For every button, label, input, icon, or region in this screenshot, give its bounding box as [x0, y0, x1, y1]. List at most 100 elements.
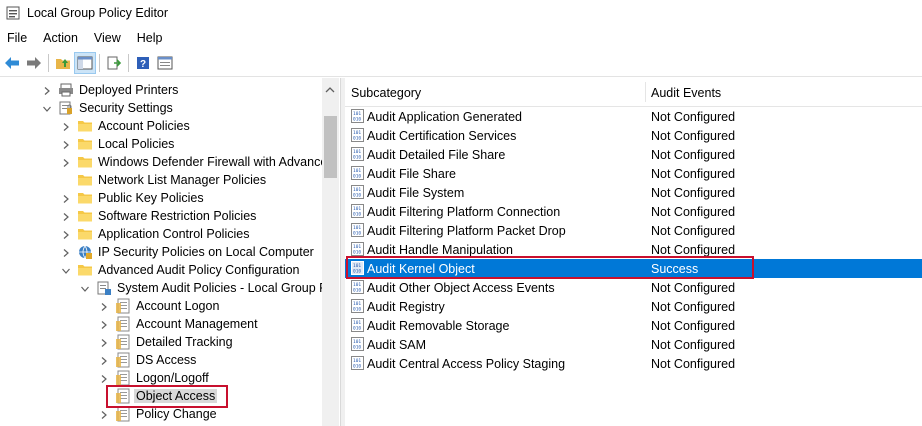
tree-item-label: Security Settings [79, 101, 173, 115]
list-row[interactable]: 101 010 Audit File System Not Configured [345, 183, 922, 202]
show-hide-tree-icon[interactable] [74, 52, 96, 74]
tree-item[interactable]: Account Policies [61, 117, 192, 135]
chevron-right-icon[interactable] [61, 229, 71, 239]
scroll-thumb[interactable] [324, 116, 337, 178]
tree-item[interactable]: Deployed Printers [42, 81, 180, 99]
tree-item[interactable]: Network List Manager Policies [61, 171, 268, 189]
list-row[interactable]: 101 010 Audit SAM Not Configured [345, 335, 922, 354]
subcategory-name: Audit Removable Storage [367, 318, 510, 333]
chevron-right-icon[interactable] [61, 139, 71, 149]
tree-item[interactable]: Public Key Policies [61, 189, 206, 207]
tree-item[interactable]: IP Security Policies on Local Computer [61, 243, 316, 261]
tree-item[interactable]: Local Policies [61, 135, 176, 153]
up-folder-icon[interactable] [52, 52, 74, 74]
ip-security-icon [77, 244, 93, 260]
tree-item[interactable]: Security Settings [42, 99, 175, 117]
title-bar: Local Group Policy Editor [0, 0, 922, 26]
audit-events-value: Not Configured [651, 166, 736, 181]
chevron-right-icon[interactable] [99, 373, 109, 383]
audit-policy-icon: 101 010 [350, 241, 366, 257]
export-list-icon[interactable] [103, 52, 125, 74]
svg-text:010: 010 [353, 231, 361, 237]
chevron-right-icon[interactable] [99, 409, 109, 419]
svg-text:101: 101 [353, 206, 361, 212]
chevron-right-icon[interactable] [99, 319, 109, 329]
list-row[interactable]: 101 010 Audit Other Object Access Events No… [345, 278, 922, 297]
window-title: Local Group Policy Editor [27, 6, 169, 20]
subcategory-name: Audit Detailed File Share [367, 147, 506, 162]
audit-policy-icon: 101 010 [350, 260, 366, 276]
folder-icon [77, 154, 93, 170]
chevron-down-icon[interactable] [42, 103, 52, 113]
tree-scrollbar[interactable] [322, 78, 339, 426]
chevron-right-icon[interactable] [61, 247, 71, 257]
list-row[interactable]: 101 010 Audit Removable Storage Not Configu… [345, 316, 922, 335]
menu-action[interactable]: Action [35, 31, 86, 45]
column-divider[interactable] [645, 82, 646, 102]
tree-item[interactable]: Account Management [99, 315, 260, 333]
audit-policy-icon: 101 010 [350, 127, 366, 143]
tree-item[interactable]: Detailed Tracking [99, 333, 235, 351]
tree-item[interactable]: Policy Change [99, 405, 219, 423]
tree-item-label: Account Management [136, 317, 258, 331]
list-row[interactable]: 101 010 Audit Certification Services Not Co… [345, 126, 922, 145]
tree-item[interactable]: Application Control Policies [61, 225, 251, 243]
tree-item[interactable]: Account Logon [99, 297, 221, 315]
folder-icon [77, 262, 93, 278]
tree-item[interactable]: Object Access [99, 387, 218, 405]
svg-text:010: 010 [353, 174, 361, 180]
menu-view[interactable]: View [86, 31, 129, 45]
chevron-right-icon[interactable] [42, 85, 52, 95]
list-row[interactable]: 101 010 Audit Kernel Object Success [345, 259, 922, 278]
audit-events-value: Success [651, 261, 699, 276]
tree-item[interactable]: Logon/Logoff [99, 369, 211, 387]
list-row[interactable]: 101 010 Audit File Share Not Configured [345, 164, 922, 183]
subcategory-name: Audit Filtering Platform Packet Drop [367, 223, 566, 238]
scroll-up-icon[interactable] [325, 83, 335, 93]
tree-item-label: Local Policies [98, 137, 175, 151]
svg-text:101: 101 [353, 244, 361, 250]
help-icon[interactable]: ? [132, 52, 154, 74]
list-row[interactable]: 101 010 Audit Filtering Platform Connectio… [345, 202, 922, 221]
audit-policy-icon: 101 010 [350, 298, 366, 314]
tree-item[interactable]: Software Restriction Policies [61, 207, 258, 225]
chevron-right-icon[interactable] [61, 193, 71, 203]
column-header-subcategory[interactable]: Subcategory [351, 86, 421, 100]
menu-file[interactable]: File [0, 31, 35, 45]
back-icon[interactable] [1, 52, 23, 74]
chevron-down-icon[interactable] [80, 283, 90, 293]
tree-item-label: System Audit Policies - Local Group Pc [117, 281, 334, 295]
subcategory-name: Audit Filtering Platform Connection [367, 204, 561, 219]
tree-item[interactable]: Advanced Audit Policy Configuration [61, 261, 302, 279]
list-row[interactable]: 101 010 Audit Detailed File Share Not Confi… [345, 145, 922, 164]
chevron-right-icon[interactable] [99, 301, 109, 311]
list-row[interactable]: 101 010 Audit Application Generated Not Con… [345, 107, 922, 126]
menu-help[interactable]: Help [129, 31, 171, 45]
console-tree[interactable]: Deployed Printers Security Settings Accoun… [0, 78, 341, 426]
properties-icon[interactable] [154, 52, 176, 74]
svg-text:010: 010 [353, 212, 361, 218]
policy-category-icon [115, 388, 131, 404]
tree-item[interactable]: DS Access [99, 351, 198, 369]
tree-item[interactable]: System Audit Policies - Local Group Pc [80, 279, 336, 297]
list-row[interactable]: 101 010 Audit Registry Not Configured [345, 297, 922, 316]
chevron-right-icon[interactable] [61, 211, 71, 221]
list-row[interactable]: 101 010 Audit Handle Manipulation Not Confi… [345, 240, 922, 259]
column-header-audit-events[interactable]: Audit Events [651, 86, 721, 100]
chevron-right-icon[interactable] [99, 355, 109, 365]
forward-icon[interactable] [23, 52, 45, 74]
folder-icon [77, 172, 93, 188]
audit-policy-icon: 101 010 [350, 146, 366, 162]
tree-item[interactable]: Windows Defender Firewall with Advanced [61, 153, 336, 171]
details-pane[interactable]: Subcategory Audit Events 101 010 Audit App… [345, 78, 922, 426]
chevron-right-icon[interactable] [99, 337, 109, 347]
chevron-right-icon[interactable] [61, 157, 71, 167]
chevron-down-icon[interactable] [61, 265, 71, 275]
chevron-right-icon[interactable] [61, 121, 71, 131]
tree-item-label: Policy Change [136, 407, 217, 421]
list-row[interactable]: 101 010 Audit Filtering Platform Packet Dr… [345, 221, 922, 240]
tree-item-label: Windows Defender Firewall with Advanced [98, 155, 335, 169]
list-row[interactable]: 101 010 Audit Central Access Policy Stagin… [345, 354, 922, 373]
audit-events-value: Not Configured [651, 109, 736, 124]
folder-icon [77, 136, 93, 152]
